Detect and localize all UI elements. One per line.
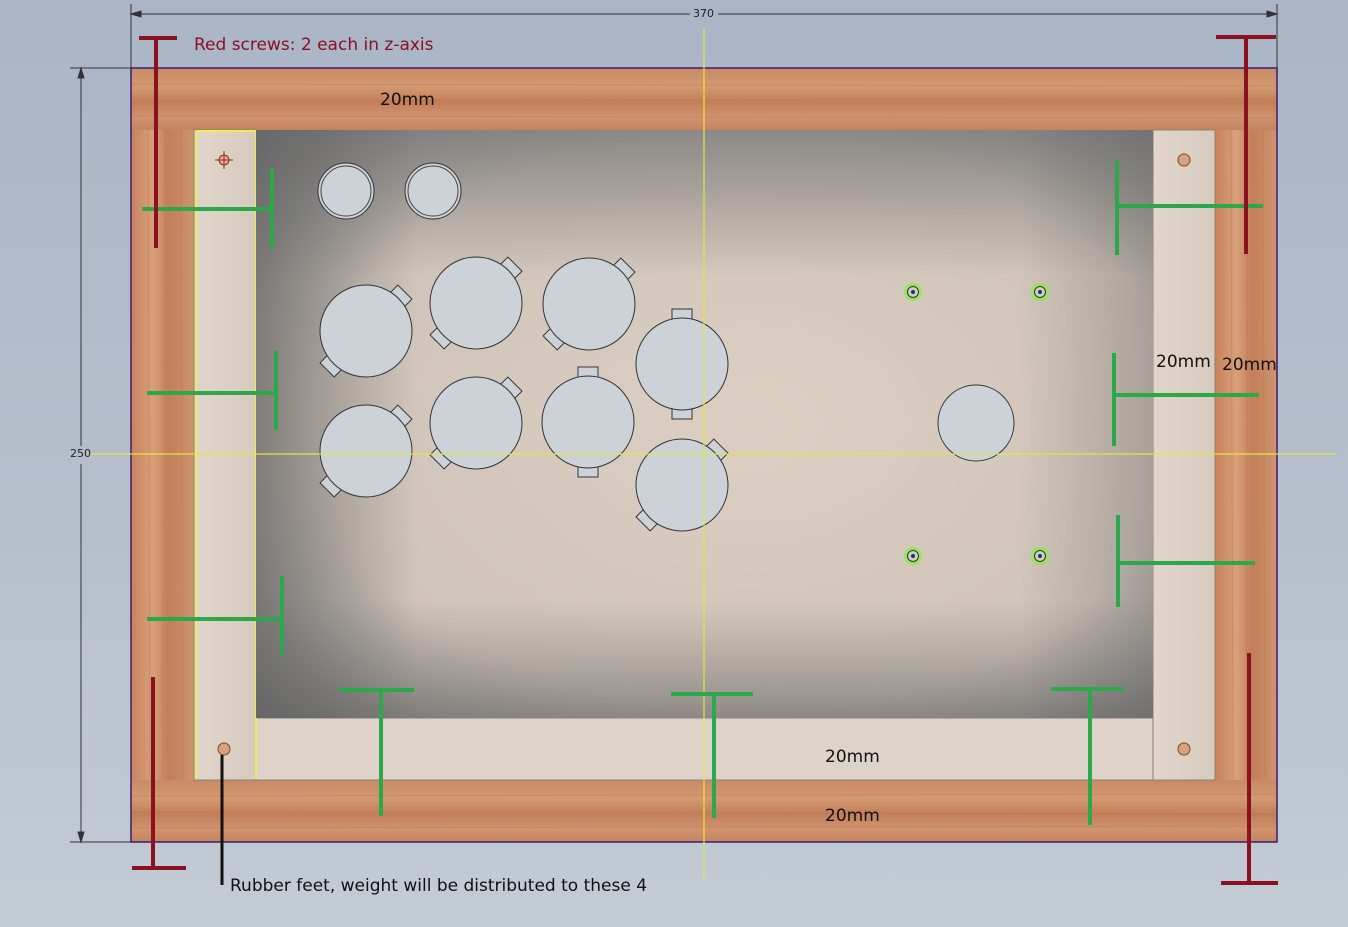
rubber-foot	[1177, 742, 1191, 756]
height-dimension-label: 250	[70, 447, 91, 460]
mount-hole	[1031, 283, 1049, 301]
button-circle	[319, 284, 413, 378]
width-dimension-label: 370	[693, 7, 714, 20]
button-circle	[429, 376, 523, 470]
cad-drawing-canvas	[70, 4, 1336, 885]
button-hole	[429, 376, 523, 470]
right-inner-label: 20mm	[1156, 352, 1211, 372]
button-hole	[429, 256, 523, 350]
button-hole	[404, 162, 462, 220]
frame-left	[131, 130, 194, 780]
right-outer-label: 20mm	[1222, 355, 1277, 375]
button-hole	[542, 257, 636, 351]
bottom-inner-label: 20mm	[825, 747, 880, 767]
button-hole	[319, 284, 413, 378]
button-circle	[937, 384, 1015, 462]
button-circle	[319, 404, 413, 498]
strip-left	[193, 129, 257, 781]
button-circle	[429, 256, 523, 350]
button-hole	[319, 404, 413, 498]
button-hole	[317, 162, 375, 220]
button-circle	[635, 317, 729, 411]
button-hole	[937, 384, 1015, 462]
strip-right	[1152, 129, 1216, 781]
button-circle	[404, 162, 462, 220]
bottom-outer-label: 20mm	[825, 806, 880, 826]
top-frame-label: 20mm	[380, 90, 435, 110]
mount-hole	[904, 283, 922, 301]
button-circle	[317, 162, 375, 220]
rubber-feet-note: Rubber feet, weight will be distributed …	[230, 876, 648, 896]
button-circle	[635, 438, 729, 532]
rubber-foot	[217, 742, 231, 756]
rubber-foot	[1177, 153, 1191, 167]
button-circle	[542, 257, 636, 351]
mount-hole	[904, 547, 922, 565]
mount-hole	[1031, 547, 1049, 565]
red-screws-note: Red screws: 2 each in z-axis	[194, 35, 434, 55]
button-hole	[635, 438, 729, 532]
